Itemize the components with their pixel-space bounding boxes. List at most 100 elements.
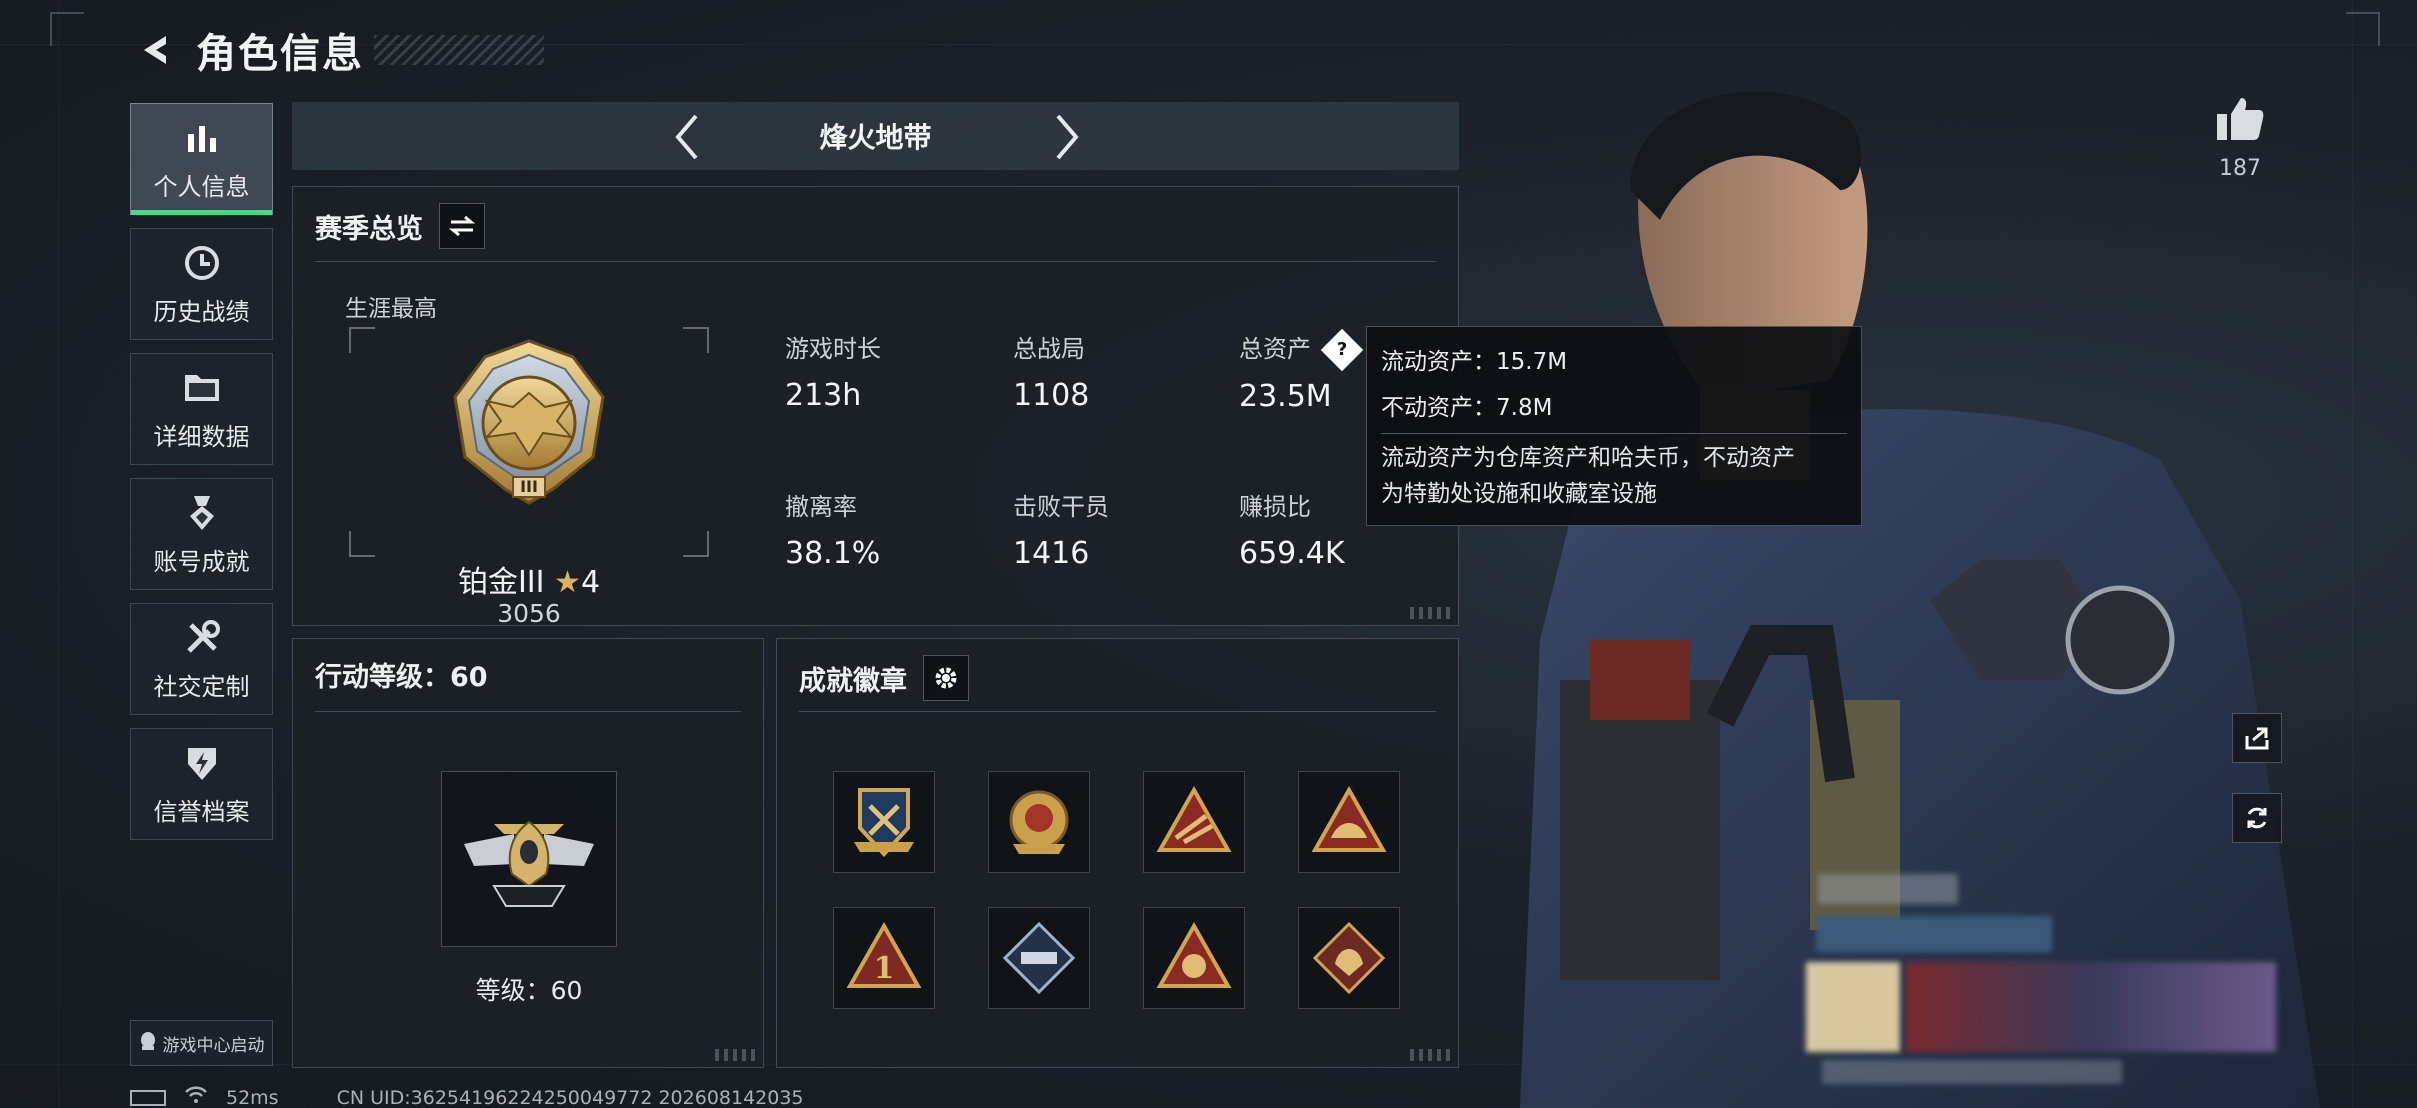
sidebar-item-history[interactable]: 历史战绩 xyxy=(130,228,273,340)
badge-settings-button[interactable] xyxy=(923,655,969,701)
badge-slot[interactable] xyxy=(988,771,1090,873)
stat-value: 23.5M xyxy=(1239,379,1332,414)
badge-slot[interactable] xyxy=(1143,907,1245,1009)
sidebar-item-label: 历史战绩 xyxy=(153,297,250,326)
action-level-panel: 行动等级：60 等级：60 xyxy=(292,638,764,1068)
sidebar-item-label: 账号成就 xyxy=(153,547,250,576)
shield-lightning-icon xyxy=(181,742,223,784)
status-bar: 52ms CN UID:36254196224250049772 2026081… xyxy=(130,1086,804,1108)
star-icon: ★ xyxy=(554,565,581,600)
sidebar-item-label: 信誉档案 xyxy=(153,797,250,826)
rank-tier-text: 铂金III xyxy=(457,565,545,600)
folder-icon xyxy=(181,367,223,409)
stat-label: 赚损比 xyxy=(1239,493,1311,521)
stat-value: 213h xyxy=(785,378,862,413)
medal-icon xyxy=(181,492,223,534)
tooltip-description-line: 为特勤处设施和收藏室设施 xyxy=(1381,481,1657,507)
share-icon xyxy=(2245,727,2269,750)
next-mode-button[interactable] xyxy=(1040,110,1094,164)
swap-icon xyxy=(449,215,475,237)
tooltip-description-line: 流动资产为仓库资产和哈夫币，不动资产 xyxy=(1381,445,1795,471)
career-best-label: 生涯最高 xyxy=(345,296,437,322)
badge-8-icon xyxy=(1312,921,1386,995)
title-decoration xyxy=(374,35,544,65)
refresh-button[interactable] xyxy=(2232,793,2282,843)
previous-mode-button[interactable] xyxy=(660,110,714,164)
sidebar-item-label: 详细数据 xyxy=(153,422,250,451)
stat-total-assets: 总资产 ? 23.5M xyxy=(1239,328,1363,414)
chevron-left-icon xyxy=(675,114,698,160)
rank-numeral: III xyxy=(520,477,538,496)
sidebar-item-label: 个人信息 xyxy=(153,172,250,201)
player-name-card xyxy=(1806,870,2280,1100)
game-center-label: 游戏中心启动 xyxy=(162,1035,265,1056)
rank-score: 3056 xyxy=(497,599,561,628)
game-center-launch-button[interactable]: 游戏中心启动 xyxy=(130,1020,273,1066)
assets-tooltip: 流动资产：15.7M 不动资产：7.8M 流动资产为仓库资产和哈夫币，不动资产 … xyxy=(1366,326,1862,526)
liquid-assets-text: 流动资产：15.7M xyxy=(1381,349,1568,375)
mode-title: 烽火地带 xyxy=(819,121,932,154)
badge-4-icon xyxy=(1311,785,1387,852)
sidebar-item-personal-info[interactable]: 个人信息 xyxy=(130,103,273,215)
badge-slot[interactable] xyxy=(1298,771,1400,873)
sidebar-item-social[interactable]: 社交定制 xyxy=(130,603,273,715)
season-overview-panel: 赛季总览 生涯最高 III 铂金III ★4 3056 游戏时长 213h 总战… xyxy=(292,186,1459,628)
help-icon[interactable]: ? xyxy=(1320,328,1363,372)
fixed-assets-text: 不动资产：7.8M xyxy=(1381,395,1553,421)
sidebar-item-label: 社交定制 xyxy=(153,672,250,701)
stat-label: 总战局 xyxy=(1013,335,1085,363)
achievement-badges-panel: 成就徽章 1 xyxy=(776,638,1459,1068)
badge-5-icon: 1 xyxy=(846,921,922,988)
stat-value: 38.1% xyxy=(785,536,881,571)
badge-slot[interactable] xyxy=(833,771,935,873)
sidebar-item-reputation[interactable]: 信誉档案 xyxy=(130,728,273,840)
gear-icon xyxy=(935,667,957,689)
back-arrow-icon xyxy=(144,36,166,64)
stat-label: 总资产 xyxy=(1239,335,1311,363)
sidebar-item-achievements[interactable]: 账号成就 xyxy=(130,478,273,590)
stat-operators-defeated: 击败干员 1416 xyxy=(1013,487,1109,571)
stat-label: 撤离率 xyxy=(785,493,857,521)
stat-value: 1108 xyxy=(1013,378,1090,413)
wifi-icon xyxy=(184,1086,208,1108)
ping-text: 52ms xyxy=(226,1086,279,1108)
badge-slot[interactable] xyxy=(1143,771,1245,873)
sidebar: 个人信息 历史战绩 详细数据 账号成就 社交定制 信誉档案 xyxy=(130,103,273,853)
badge-6-icon xyxy=(1002,921,1076,995)
stat-label: 击败干员 xyxy=(1013,493,1109,521)
stat-label-row: 总资产 ? xyxy=(1239,328,1363,372)
panel-title: 成就徽章 xyxy=(799,665,907,697)
stat-total-matches: 总战局 1108 xyxy=(1013,329,1089,413)
stat-play-time: 游戏时长 213h xyxy=(785,329,881,413)
share-button[interactable] xyxy=(2232,713,2282,763)
badge-slot[interactable]: 1 xyxy=(833,907,935,1009)
badge-slot[interactable] xyxy=(1298,907,1400,1009)
badge-7-icon xyxy=(1156,921,1232,988)
like-count: 187 xyxy=(2219,156,2261,181)
panel-title: 行动等级：60 xyxy=(315,662,488,693)
page-header: 角色信息 xyxy=(130,22,544,78)
level-badge[interactable] xyxy=(441,771,617,947)
svg-text:1: 1 xyxy=(874,951,895,986)
stat-extraction-rate: 撤离率 38.1% xyxy=(785,487,880,571)
rank-stars: 4 xyxy=(580,565,601,600)
badge-slot[interactable] xyxy=(988,907,1090,1009)
tools-icon xyxy=(181,617,223,659)
refresh-icon xyxy=(2247,807,2267,829)
like-button[interactable]: 187 xyxy=(2212,96,2268,181)
back-button[interactable] xyxy=(130,24,182,76)
frame-corner xyxy=(50,12,84,46)
stat-profit-loss-ratio: 赚损比 659.4K xyxy=(1239,487,1345,571)
panel-title: 赛季总览 xyxy=(315,213,423,245)
bar-chart-icon xyxy=(181,117,223,159)
badge-3-icon xyxy=(1156,785,1232,852)
stat-value: 1416 xyxy=(1013,536,1090,571)
switch-season-button[interactable] xyxy=(439,203,485,249)
battery-icon xyxy=(130,1089,166,1106)
qq-penguin-icon xyxy=(139,1031,157,1056)
stat-label: 游戏时长 xyxy=(785,335,881,363)
chevron-right-icon xyxy=(1056,114,1079,160)
thumbs-up-icon xyxy=(2217,98,2264,140)
frame-corner xyxy=(2346,12,2380,46)
sidebar-item-detailed-data[interactable]: 详细数据 xyxy=(130,353,273,465)
